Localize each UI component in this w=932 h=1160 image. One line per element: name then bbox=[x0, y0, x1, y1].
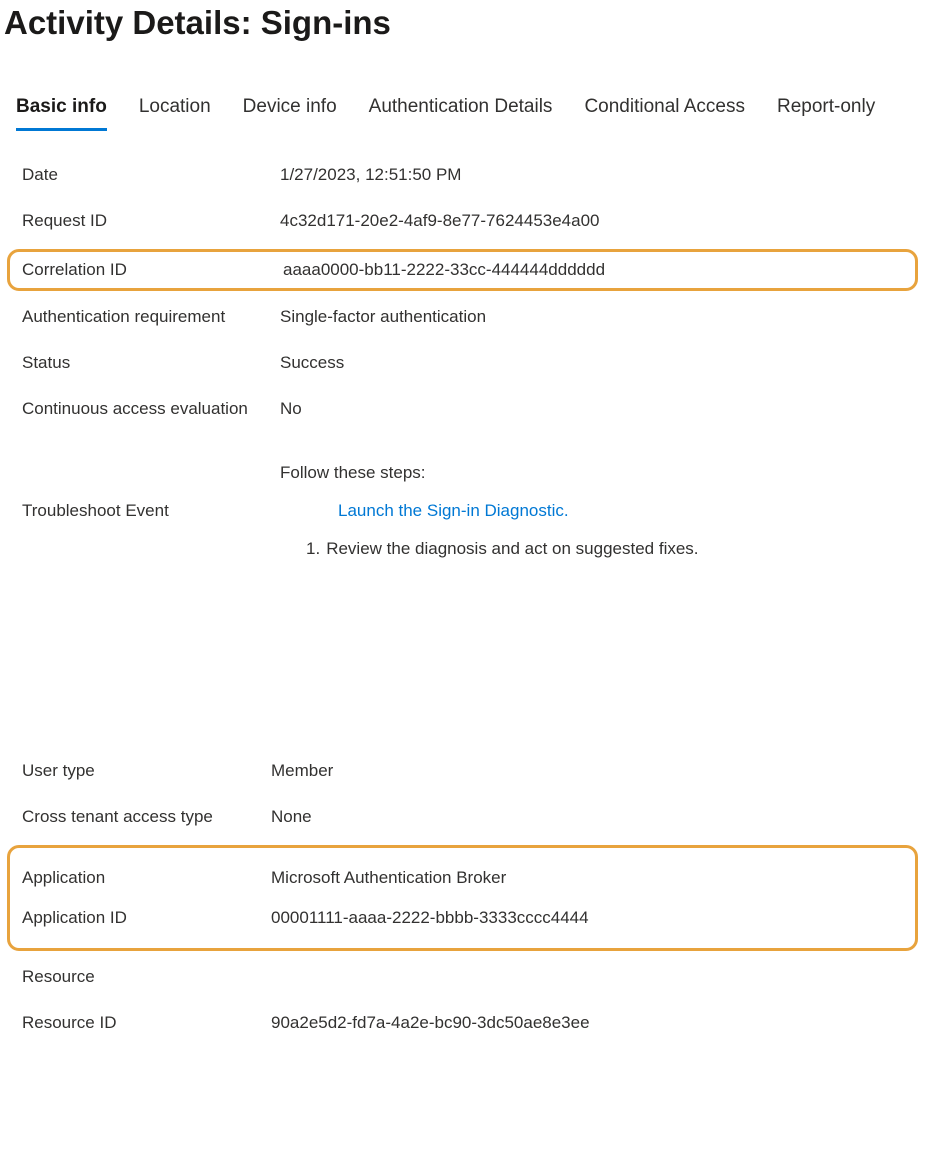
row-troubleshoot: Troubleshoot Event Follow these steps: L… bbox=[22, 433, 928, 589]
launch-diagnostic-link[interactable]: Launch the Sign-in Diagnostic. bbox=[338, 501, 569, 520]
highlight-application: Application Microsoft Authentication Bro… bbox=[7, 845, 918, 951]
row-date: Date 1/27/2023, 12:51:50 PM bbox=[22, 153, 928, 199]
resource-label: Resource bbox=[22, 967, 271, 987]
date-value: 1/27/2023, 12:51:50 PM bbox=[280, 165, 461, 185]
troubleshoot-value: Follow these steps: Launch the Sign-in D… bbox=[280, 463, 699, 559]
step1-text: Review the diagnosis and act on suggeste… bbox=[326, 539, 698, 559]
tab-report-only[interactable]: Report-only bbox=[777, 96, 875, 131]
auth-req-value: Single-factor authentication bbox=[280, 307, 486, 327]
highlight-correlation-id: Correlation ID aaaa0000-bb11-2222-33cc-4… bbox=[7, 249, 918, 291]
tab-location[interactable]: Location bbox=[139, 96, 211, 131]
application-label: Application bbox=[22, 868, 271, 888]
cross-tenant-value: None bbox=[271, 807, 312, 827]
row-application-id: Application ID 00001111-aaaa-2222-bbbb-3… bbox=[22, 898, 903, 938]
user-type-label: User type bbox=[22, 761, 271, 781]
row-authentication-requirement: Authentication requirement Single-factor… bbox=[22, 295, 928, 341]
application-id-label: Application ID bbox=[22, 908, 271, 928]
tab-conditional-access[interactable]: Conditional Access bbox=[584, 96, 745, 131]
auth-req-label: Authentication requirement bbox=[22, 307, 280, 327]
row-application: Application Microsoft Authentication Bro… bbox=[22, 858, 903, 898]
request-id-label: Request ID bbox=[22, 211, 280, 231]
steps-intro: Follow these steps: bbox=[280, 463, 699, 483]
status-label: Status bbox=[22, 353, 280, 373]
row-resource: Resource bbox=[22, 955, 928, 1001]
row-cross-tenant: Cross tenant access type None bbox=[22, 795, 928, 841]
application-value: Microsoft Authentication Broker bbox=[271, 868, 506, 888]
tabs: Basic info Location Device info Authenti… bbox=[4, 96, 928, 131]
row-cae: Continuous access evaluation No bbox=[22, 387, 928, 433]
basic-info-block: Date 1/27/2023, 12:51:50 PM Request ID 4… bbox=[4, 153, 928, 589]
row-user-type: User type Member bbox=[22, 749, 928, 795]
tab-device-info[interactable]: Device info bbox=[243, 96, 337, 131]
tab-authentication-details[interactable]: Authentication Details bbox=[369, 96, 553, 131]
date-label: Date bbox=[22, 165, 280, 185]
row-request-id: Request ID 4c32d171-20e2-4af9-8e77-76244… bbox=[22, 199, 928, 245]
correlation-id-label: Correlation ID bbox=[22, 260, 283, 280]
resource-id-label: Resource ID bbox=[22, 1013, 271, 1033]
page-title: Activity Details: Sign-ins bbox=[4, 4, 928, 42]
correlation-id-value: aaaa0000-bb11-2222-33cc-444444dddddd bbox=[283, 260, 605, 280]
cae-value: No bbox=[280, 399, 302, 419]
user-type-value: Member bbox=[271, 761, 333, 781]
step1-number: 1. bbox=[306, 539, 320, 559]
status-value: Success bbox=[280, 353, 344, 373]
cross-tenant-label: Cross tenant access type bbox=[22, 807, 271, 827]
troubleshoot-label: Troubleshoot Event bbox=[22, 501, 280, 521]
spacer bbox=[4, 589, 928, 749]
row-resource-id: Resource ID 90a2e5d2-fd7a-4a2e-bc90-3dc5… bbox=[22, 1001, 928, 1047]
extended-info-block: User type Member Cross tenant access typ… bbox=[4, 749, 928, 1047]
cae-label: Continuous access evaluation bbox=[22, 399, 280, 419]
resource-id-value: 90a2e5d2-fd7a-4a2e-bc90-3dc50ae8e3ee bbox=[271, 1013, 590, 1033]
row-status: Status Success bbox=[22, 341, 928, 387]
application-id-value: 00001111-aaaa-2222-bbbb-3333cccc4444 bbox=[271, 908, 589, 928]
tab-basic-info[interactable]: Basic info bbox=[16, 96, 107, 131]
request-id-value: 4c32d171-20e2-4af9-8e77-7624453e4a00 bbox=[280, 211, 600, 231]
row-correlation-id: Correlation ID aaaa0000-bb11-2222-33cc-4… bbox=[22, 260, 915, 280]
